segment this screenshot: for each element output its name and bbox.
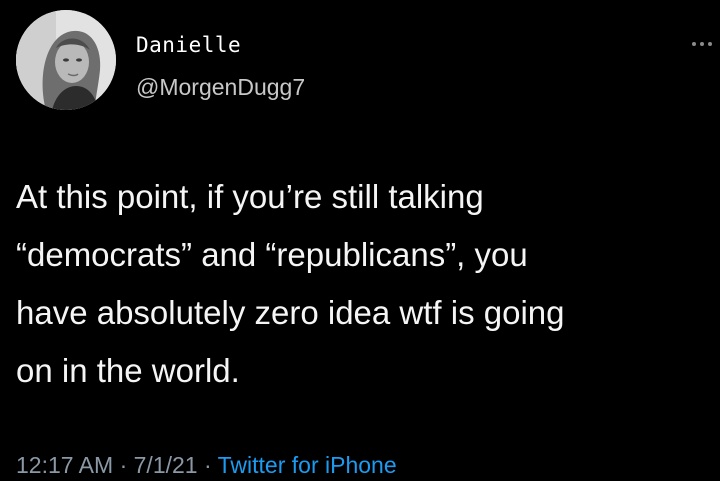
tweet-time[interactable]: 12:17 AM xyxy=(16,452,113,478)
avatar[interactable] xyxy=(16,10,116,110)
tweet-date[interactable]: 7/1/21 xyxy=(134,452,198,478)
more-dot xyxy=(700,42,704,46)
display-name[interactable]: Danielle xyxy=(136,33,241,57)
tweet-source-link[interactable]: Twitter for iPhone xyxy=(218,452,397,478)
tweet-text: At this point, if you’re still talking “… xyxy=(16,178,565,389)
tweet-card: Danielle @MorgenDugg7 At this point, if … xyxy=(0,0,720,481)
more-horizontal-icon[interactable] xyxy=(692,40,712,48)
avatar-photo xyxy=(16,10,116,110)
user-handle[interactable]: @MorgenDugg7 xyxy=(136,74,305,101)
more-dot xyxy=(708,42,712,46)
meta-separator: · xyxy=(119,452,128,478)
more-dot xyxy=(692,42,696,46)
meta-separator: · xyxy=(203,452,212,478)
tweet-meta: 12:17 AM · 7/1/21 · Twitter for iPhone xyxy=(16,452,397,479)
